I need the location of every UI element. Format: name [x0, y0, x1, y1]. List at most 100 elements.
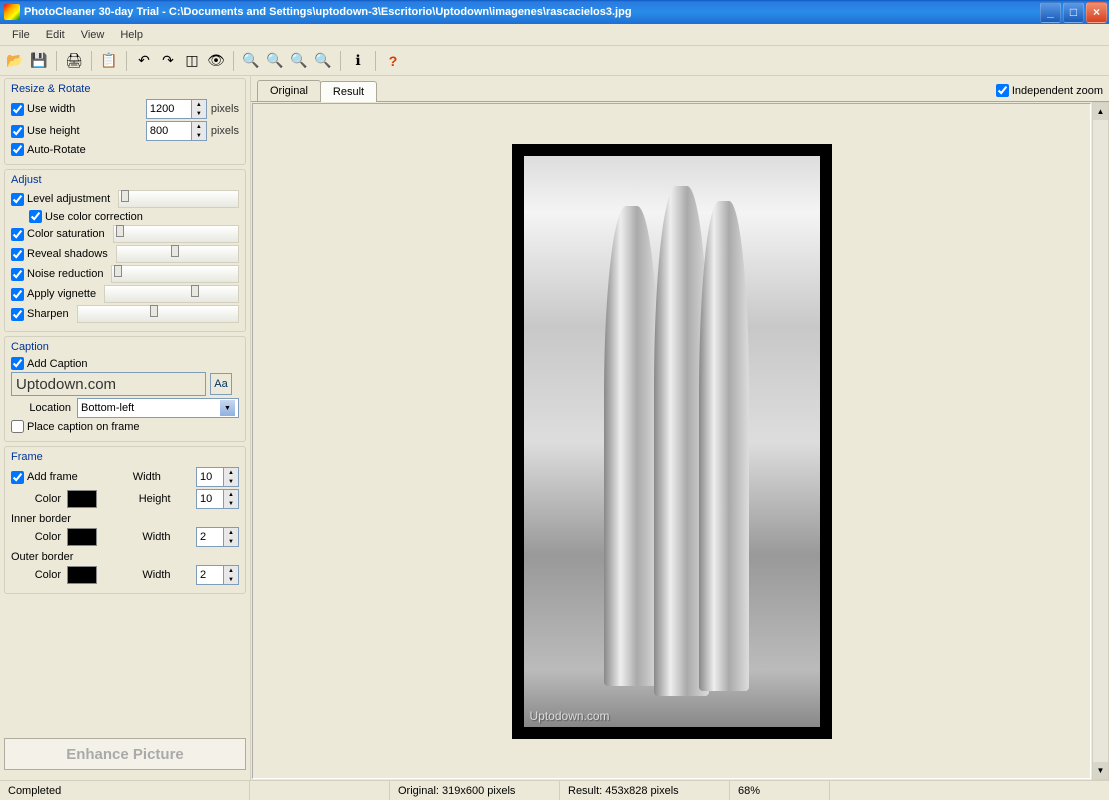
- toolbar: 📂 💾 🖨 📋 ↶ ↷ ◫ 👁 🔍 🔍 🔍 🔍 ℹ ?: [0, 46, 1109, 76]
- panel-title: Frame: [11, 451, 239, 463]
- menu-file[interactable]: File: [4, 27, 38, 43]
- reveal-slider[interactable]: [116, 245, 239, 263]
- vignette-slider[interactable]: [104, 285, 239, 303]
- frame-height-input[interactable]: [196, 489, 224, 509]
- menu-view[interactable]: View: [73, 27, 113, 43]
- enhance-button[interactable]: Enhance Picture: [4, 738, 246, 770]
- saturation-checkbox[interactable]: [11, 228, 24, 241]
- level-checkbox[interactable]: [11, 193, 24, 206]
- inner-width-spinner[interactable]: ▲▼: [224, 527, 239, 547]
- level-slider[interactable]: [118, 190, 239, 208]
- menu-help[interactable]: Help: [112, 27, 151, 43]
- caption-on-frame-checkbox[interactable]: [11, 420, 24, 433]
- height-input[interactable]: [146, 121, 192, 141]
- tab-result[interactable]: Result: [320, 81, 377, 102]
- use-width-label: Use width: [27, 103, 75, 115]
- outer-color-swatch[interactable]: [67, 566, 97, 584]
- status-original: Original: 319x600 pixels: [390, 781, 560, 800]
- save-icon[interactable]: 💾: [28, 50, 50, 72]
- help-icon[interactable]: ?: [382, 50, 404, 72]
- height-label: Height: [119, 493, 171, 505]
- outer-width-input[interactable]: [196, 565, 224, 585]
- panel-title: Caption: [11, 341, 239, 353]
- saturation-slider[interactable]: [113, 225, 239, 243]
- print-icon[interactable]: 🖨: [63, 50, 85, 72]
- panel-title: Resize & Rotate: [11, 83, 239, 95]
- caption-text-input[interactable]: [11, 372, 206, 396]
- tab-original[interactable]: Original: [257, 80, 321, 101]
- color-correction-checkbox[interactable]: [29, 210, 42, 223]
- add-frame-checkbox[interactable]: [11, 471, 24, 484]
- frame-width-spinner[interactable]: ▲▼: [224, 467, 239, 487]
- use-height-checkbox[interactable]: [11, 125, 24, 138]
- open-icon[interactable]: 📂: [4, 50, 26, 72]
- add-caption-checkbox[interactable]: [11, 357, 24, 370]
- height-spinner[interactable]: ▲▼: [192, 121, 207, 141]
- status-completed: Completed: [0, 781, 250, 800]
- copy-icon[interactable]: 📋: [98, 50, 120, 72]
- status-result: Result: 453x828 pixels: [560, 781, 730, 800]
- rotate-right-icon[interactable]: ↷: [157, 50, 179, 72]
- menu-bar: File Edit View Help: [0, 24, 1109, 46]
- chevron-down-icon[interactable]: ▼: [220, 400, 235, 416]
- pixels-label: pixels: [211, 103, 239, 115]
- font-button[interactable]: Aa: [210, 373, 232, 395]
- frame-color-swatch[interactable]: [67, 490, 97, 508]
- window-title: PhotoCleaner 30-day Trial - C:\Documents…: [24, 6, 1038, 18]
- redeye-icon[interactable]: 👁: [205, 50, 227, 72]
- color-label: Color: [11, 493, 61, 505]
- crop-icon[interactable]: ◫: [181, 50, 203, 72]
- use-width-checkbox[interactable]: [11, 103, 24, 116]
- auto-rotate-label: Auto-Rotate: [27, 144, 86, 156]
- outer-border-label: Outer border: [11, 551, 239, 563]
- rotate-left-icon[interactable]: ↶: [133, 50, 155, 72]
- sharpen-checkbox[interactable]: [11, 308, 24, 321]
- width-label: Width: [109, 471, 161, 483]
- pixels-label: pixels: [211, 125, 239, 137]
- zoom-fit-icon[interactable]: 🔍: [288, 50, 310, 72]
- vertical-scrollbar[interactable]: ▲ ▼: [1092, 102, 1109, 780]
- image-canvas[interactable]: Uptodown.com: [252, 103, 1091, 779]
- inner-color-swatch[interactable]: [67, 528, 97, 546]
- outer-width-spinner[interactable]: ▲▼: [224, 565, 239, 585]
- close-button[interactable]: ×: [1086, 2, 1107, 23]
- scroll-up-icon[interactable]: ▲: [1093, 103, 1108, 120]
- status-zoom: 68%: [730, 781, 830, 800]
- zoom-in-icon[interactable]: 🔍: [240, 50, 262, 72]
- titlebar: PhotoCleaner 30-day Trial - C:\Documents…: [0, 0, 1109, 24]
- panel-resize: Resize & Rotate Use width ▲▼ pixels Use …: [4, 78, 246, 165]
- caption-on-frame-label: Place caption on frame: [27, 421, 140, 433]
- sharpen-slider[interactable]: [77, 305, 239, 323]
- inner-border-label: Inner border: [11, 513, 239, 525]
- noise-checkbox[interactable]: [11, 268, 24, 281]
- panel-title: Adjust: [11, 174, 239, 186]
- zoom-out-icon[interactable]: 🔍: [264, 50, 286, 72]
- panel-caption: Caption Add Caption Aa Location Bottom-l…: [4, 336, 246, 442]
- saturation-label: Color saturation: [27, 228, 105, 240]
- width-label: Width: [119, 531, 171, 543]
- noise-slider[interactable]: [111, 265, 239, 283]
- reveal-checkbox[interactable]: [11, 248, 24, 261]
- independent-zoom-checkbox[interactable]: [996, 84, 1009, 97]
- location-value: Bottom-left: [81, 402, 134, 414]
- location-select[interactable]: Bottom-left ▼: [77, 398, 239, 418]
- frame-width-input[interactable]: [196, 467, 224, 487]
- frame-height-spinner[interactable]: ▲▼: [224, 489, 239, 509]
- width-spinner[interactable]: ▲▼: [192, 99, 207, 119]
- use-height-label: Use height: [27, 125, 80, 137]
- vignette-checkbox[interactable]: [11, 288, 24, 301]
- maximize-button[interactable]: □: [1063, 2, 1084, 23]
- scroll-down-icon[interactable]: ▼: [1093, 762, 1108, 779]
- menu-edit[interactable]: Edit: [38, 27, 73, 43]
- color-correction-label: Use color correction: [45, 211, 143, 223]
- width-input[interactable]: [146, 99, 192, 119]
- info-icon[interactable]: ℹ: [347, 50, 369, 72]
- location-label: Location: [11, 402, 71, 414]
- image-watermark: Uptodown.com: [530, 709, 610, 723]
- independent-zoom-label: Independent zoom: [1012, 85, 1103, 97]
- app-icon: [4, 4, 20, 20]
- inner-width-input[interactable]: [196, 527, 224, 547]
- zoom-actual-icon[interactable]: 🔍: [312, 50, 334, 72]
- minimize-button[interactable]: _: [1040, 2, 1061, 23]
- auto-rotate-checkbox[interactable]: [11, 143, 24, 156]
